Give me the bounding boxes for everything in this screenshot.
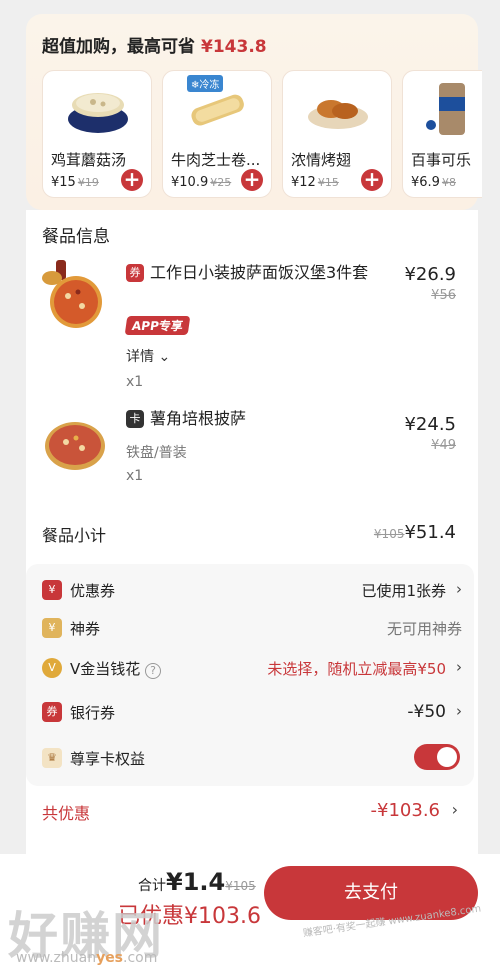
v-gold-value: 未选择，随机立减最高¥50 (267, 660, 446, 678)
subtotal-value: ¥105¥51.4 (374, 522, 456, 543)
chevron-right-icon: › (451, 800, 458, 819)
coupon-value: 已使用1张券 (361, 582, 446, 600)
watermark-url-prefix: www.zhuan (16, 950, 97, 966)
super-coupon-row[interactable]: ¥ 神券 无可用神券 (42, 618, 462, 640)
super-coupon-value: 无可用神券 (386, 620, 462, 638)
v-gold-label: V金当钱花 (70, 660, 141, 678)
bank-coupon-icon: 券 (42, 702, 62, 722)
upsell-save-amount: ¥143.8 (201, 37, 267, 57)
chevron-right-icon: › (456, 580, 462, 598)
order-item-qty: x1 (126, 374, 144, 390)
coupon-icon: ¥ (42, 580, 62, 600)
order-item-name-text: 工作日小装披萨面饭汉堡3件套 (150, 263, 369, 282)
premium-card-toggle[interactable] (414, 744, 460, 770)
subtotal-label: 餐品小计 (42, 526, 107, 545)
help-icon[interactable]: ? (145, 663, 162, 679)
total-original: ¥105 (225, 879, 256, 893)
order-item-name-text: 薯角培根披萨 (150, 409, 247, 428)
product-card-pepsi[interactable]: 百事可乐 ¥6.9 ¥8 (402, 70, 482, 198)
chevron-down-icon: ⌄ (158, 349, 171, 365)
product-price-current: ¥15 (51, 175, 76, 190)
super-coupon-icon: ¥ (42, 618, 62, 638)
product-price-original: ¥15 (317, 176, 339, 189)
order-item-price: ¥26.9 (404, 264, 456, 285)
chevron-right-icon: › (456, 702, 462, 720)
order-item-spec: 铁盘/普装 (126, 445, 187, 461)
product-card-beef-roll[interactable]: ❄冷冻 牛肉芝士卷... ¥10.9 ¥25 + (162, 70, 272, 198)
discount-panel: ¥ 优惠券 已使用1张券 › ¥ 神券 无可用神券 V V金当钱花 ? 未选择，… (26, 564, 474, 786)
product-price-original: ¥8 (441, 176, 456, 189)
product-price-current: ¥6.9 (411, 175, 440, 190)
checkout-bar: 合计¥1.4¥105 已优惠¥103.6 去支付 好赚网 www.zhuanye… (0, 854, 500, 968)
total-discount-row[interactable]: 共优惠 -¥103.6 › (42, 800, 458, 824)
order-item-original-price: ¥49 (431, 438, 456, 453)
premium-card-row: ♛ 尊享卡权益 (42, 744, 462, 770)
add-button[interactable]: + (361, 169, 383, 191)
order-item-original-price: ¥56 (431, 288, 456, 303)
v-gold-row[interactable]: V V金当钱花 ? 未选择，随机立减最高¥50 › (42, 658, 462, 680)
pepsi-image (423, 79, 473, 137)
upsell-card: 超值加购，最高可省 ¥143.8 鸡茸蘑菇汤 ¥15 ¥19 + ❄冷冻 牛肉芝士卷… (26, 14, 482, 210)
total-discount-label: 共优惠 (42, 804, 91, 823)
coupon-badge: 券 (126, 264, 144, 282)
product-price-current: ¥12 (291, 175, 316, 190)
bank-coupon-value: -¥50 (407, 702, 446, 722)
product-name: 百事可乐 (411, 151, 472, 169)
coupon-label: 优惠券 (70, 582, 116, 600)
product-price-original: ¥19 (77, 176, 99, 189)
total-discount-value: -¥103.6 (370, 800, 440, 821)
app-exclusive-tag: APP专享 (124, 316, 191, 335)
wings-image (303, 79, 373, 137)
upsell-title-text: 超值加购，最高可省 (42, 37, 195, 57)
order-item-name: 券工作日小装披萨面饭汉堡3件套 (126, 260, 396, 286)
section-title-items: 餐品信息 (42, 227, 110, 247)
total-value: ¥1.4 (166, 868, 226, 896)
soup-image (63, 79, 133, 137)
watermark-url-mid: yes (96, 950, 124, 966)
order-item-name: 卡薯角培根披萨 (126, 406, 396, 432)
subtotal-current: ¥51.4 (404, 522, 456, 543)
beef-roll-image (183, 79, 253, 137)
watermark-url: www.zhuanyes.com (16, 950, 157, 966)
product-price: ¥12 ¥15 (291, 175, 339, 190)
details-toggle[interactable]: 详情 ⌄ (126, 346, 170, 366)
chevron-right-icon: › (456, 658, 462, 676)
total-label: 合计 (138, 878, 166, 894)
card-badge: 卡 (126, 410, 144, 428)
product-price: ¥15 ¥19 (51, 175, 99, 190)
bank-coupon-row[interactable]: 券 银行券 -¥50 › (42, 702, 462, 724)
upsell-title: 超值加购，最高可省 ¥143.8 (42, 32, 267, 57)
crown-icon: ♛ (42, 748, 62, 768)
product-price-current: ¥10.9 (171, 175, 209, 190)
v-gold-label-wrap: V金当钱花 ? (70, 658, 162, 679)
coupon-row[interactable]: ¥ 优惠券 已使用1张券 › (42, 580, 462, 602)
v-gold-icon: V (42, 658, 62, 678)
product-card-wings[interactable]: 浓情烤翅 ¥12 ¥15 + (282, 70, 392, 198)
super-coupon-label: 神券 (70, 620, 101, 638)
combo-image (42, 258, 104, 328)
watermark-url-suffix: .com (123, 950, 158, 966)
premium-card-label: 尊享卡权益 (70, 750, 146, 768)
order-item-price: ¥24.5 (404, 414, 456, 435)
product-card-soup[interactable]: 鸡茸蘑菇汤 ¥15 ¥19 + (42, 70, 152, 198)
pizza-image (44, 412, 106, 474)
order-item-qty: x1 (126, 468, 144, 484)
product-price-original: ¥25 (210, 176, 232, 189)
product-price: ¥10.9 ¥25 (171, 175, 231, 190)
product-price: ¥6.9 ¥8 (411, 175, 456, 190)
details-label: 详情 (126, 349, 154, 365)
add-button[interactable]: + (241, 169, 263, 191)
subtotal-original: ¥105 (373, 527, 405, 541)
order-total: 合计¥1.4¥105 (138, 868, 256, 896)
add-button[interactable]: + (121, 169, 143, 191)
bank-coupon-label: 银行券 (70, 704, 116, 722)
